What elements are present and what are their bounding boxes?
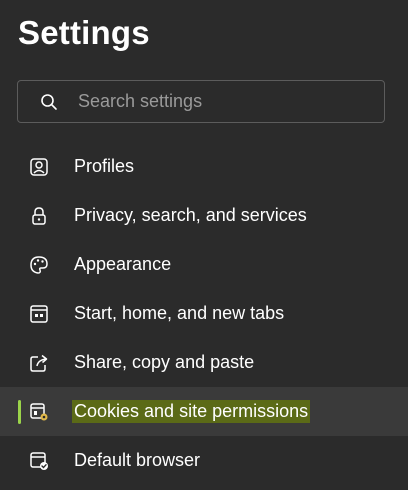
default-browser-icon [28, 450, 50, 472]
palette-icon [28, 254, 50, 276]
search-box[interactable] [17, 80, 385, 123]
nav-item-privacy[interactable]: Privacy, search, and services [0, 191, 408, 240]
nav-item-label: Cookies and site permissions [72, 400, 311, 423]
profile-icon [28, 156, 50, 178]
nav-item-appearance[interactable]: Appearance [0, 240, 408, 289]
nav-item-label: Appearance [74, 254, 172, 274]
nav-item-label: Share, copy and paste [74, 352, 255, 372]
share-icon [28, 352, 50, 374]
nav-item-profiles[interactable]: Profiles [0, 142, 408, 191]
search-input[interactable] [78, 91, 358, 112]
nav-item-label: Privacy, search, and services [74, 205, 307, 225]
search-icon [40, 93, 58, 111]
nav-item-label: Start, home, and new tabs [74, 303, 285, 323]
settings-panel: Settings Profiles [0, 0, 408, 490]
cookies-permissions-icon [28, 401, 50, 423]
nav-item-label: Default browser [74, 450, 201, 470]
nav-item-start-home[interactable]: Start, home, and new tabs [0, 289, 408, 338]
nav-item-cookies-permissions[interactable]: Cookies and site permissions [0, 387, 408, 436]
lock-icon [28, 205, 50, 227]
settings-nav: Profiles Privacy, search, and services A… [0, 142, 408, 485]
page-title: Settings [18, 14, 150, 51]
nav-item-default-browser[interactable]: Default browser [0, 436, 408, 485]
nav-item-label: Profiles [74, 156, 135, 176]
start-page-icon [28, 303, 50, 325]
nav-item-share[interactable]: Share, copy and paste [0, 338, 408, 387]
